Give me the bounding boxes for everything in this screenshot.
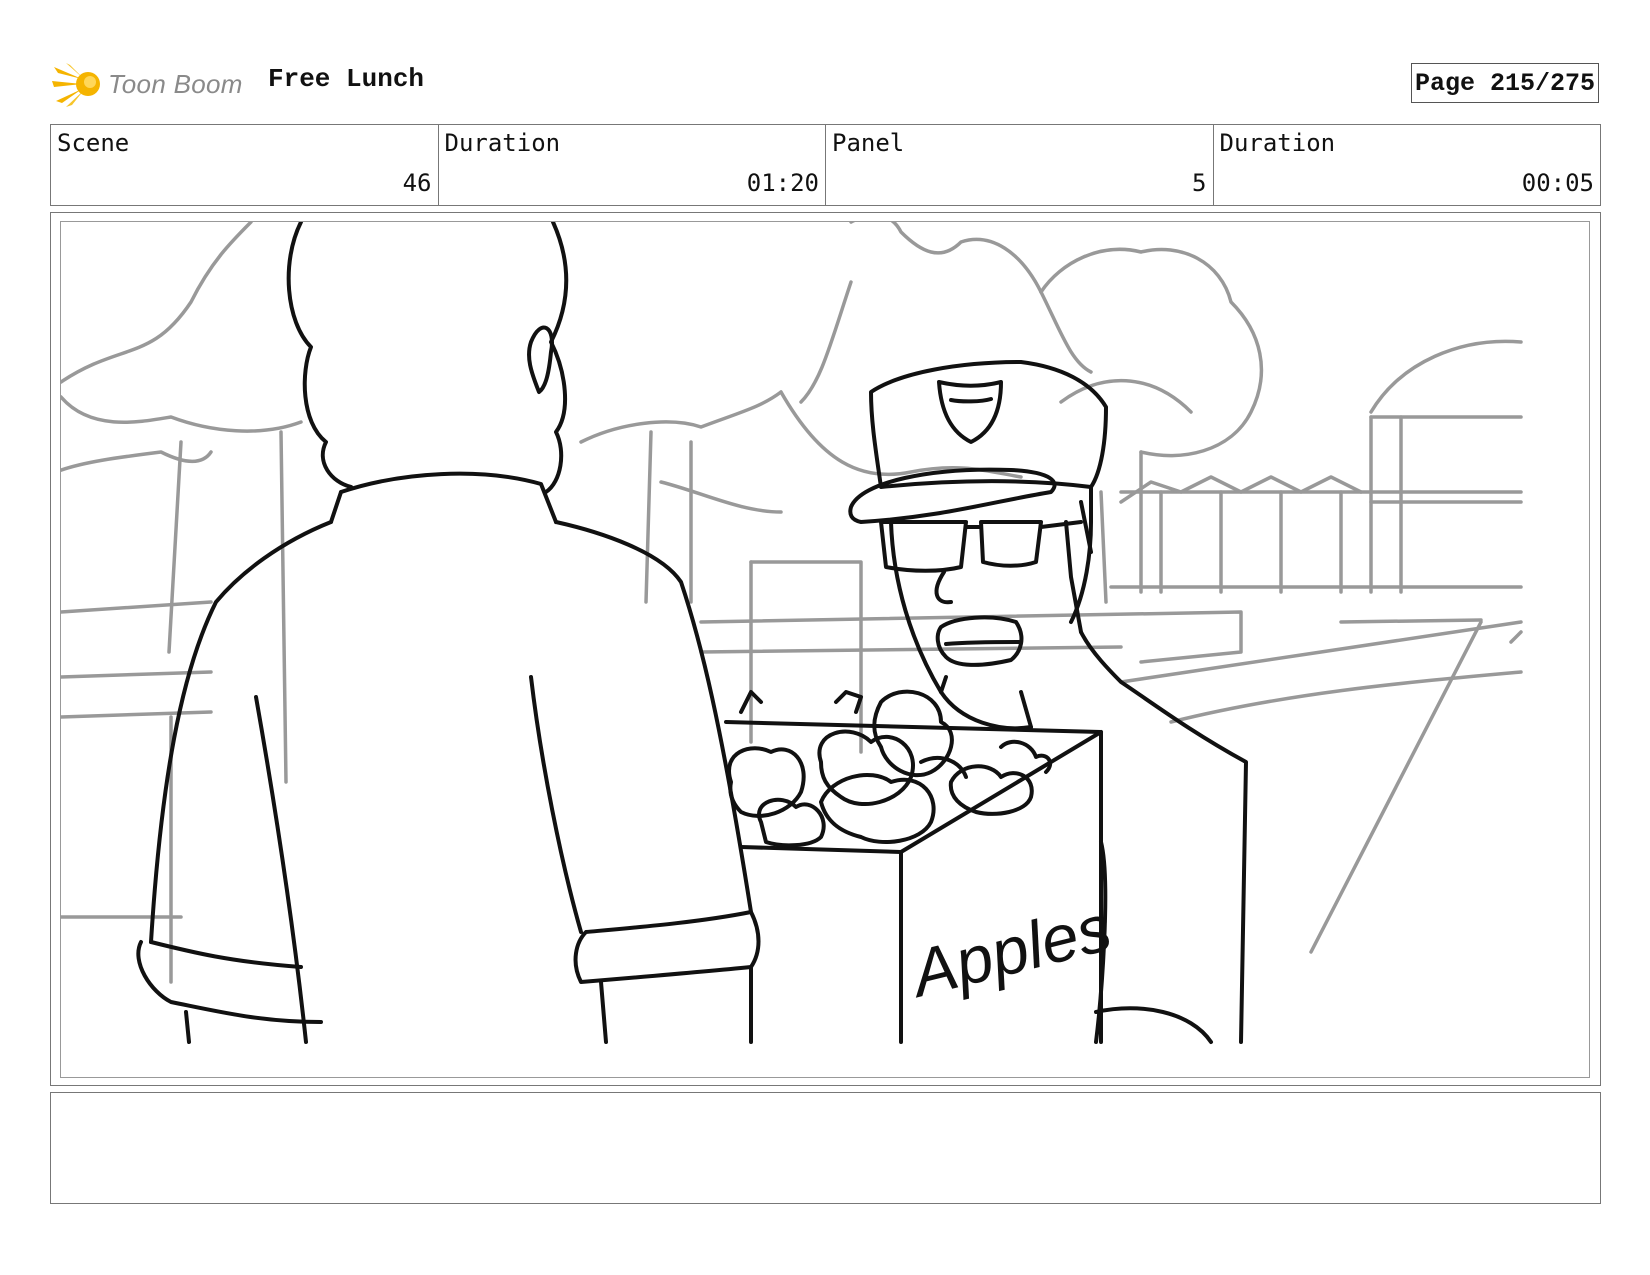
toon-boom-logo: Toon Boom	[52, 56, 243, 112]
panel-duration-label: Duration	[1219, 129, 1336, 157]
character-back-shirt	[149, 520, 333, 944]
scene-duration-value: 01:20	[746, 169, 819, 197]
scene-duration-cell: Duration 01:20	[439, 125, 826, 205]
panel-notes-box[interactable]	[50, 1092, 1601, 1204]
storyboard-panel-frame: Apples	[50, 212, 1601, 1086]
panel-drawing: Apples	[61, 222, 1523, 1044]
scene-info-table: Scene 46 Duration 01:20 Panel 5 Duration…	[50, 124, 1601, 206]
scene-cell: Scene 46	[51, 125, 439, 205]
panel-duration-value: 00:05	[1521, 169, 1594, 197]
scene-duration-label: Duration	[444, 129, 561, 157]
character-ear	[527, 325, 554, 394]
storyboard-panel-image: Apples	[60, 221, 1590, 1078]
panel-cell: Panel 5	[826, 125, 1214, 205]
page-indicator: Page 215/275	[1411, 63, 1599, 103]
scene-label: Scene	[57, 129, 130, 157]
toon-boom-logo-icon	[52, 63, 100, 107]
panel-duration-cell: Duration 00:05	[1214, 125, 1601, 205]
badge-icon	[937, 380, 1003, 444]
project-title: Free Lunch	[268, 64, 425, 94]
background-layer	[61, 222, 1523, 984]
panel-label: Panel	[832, 129, 905, 157]
character-back-head	[286, 222, 353, 489]
box-label: Apples	[901, 890, 1119, 1012]
scene-value: 46	[402, 169, 432, 197]
logo-text: Toon Boom	[108, 68, 243, 99]
panel-value: 5	[1192, 169, 1207, 197]
